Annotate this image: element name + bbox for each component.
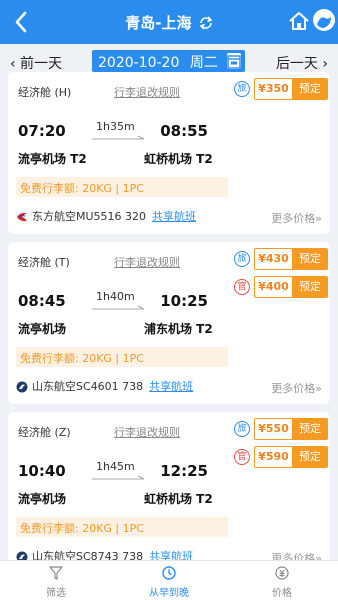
next-day-button[interactable]: 后一天 ›	[276, 53, 328, 73]
codeshare-link[interactable]: 共享航班	[149, 380, 193, 393]
book-button[interactable]: 预定	[292, 418, 328, 440]
baggage-rules-link[interactable]: 行李退改规则	[114, 424, 180, 440]
book-button[interactable]: 预定	[292, 446, 328, 468]
duration-arrow-icon	[92, 475, 145, 480]
price-option[interactable]: 官 ¥400 预定	[234, 276, 330, 298]
arrival-airport: 浦东机场 T2	[144, 322, 213, 336]
price-option[interactable]: 旅 ¥350 预定	[234, 78, 330, 100]
official-tag-icon: 官	[234, 279, 250, 295]
arrival-time: 12:25	[160, 462, 208, 480]
more-prices-link[interactable]: 更多价格»	[271, 380, 322, 396]
tab-sort-by-price[interactable]: 价格	[226, 561, 338, 600]
weekday-value: 周二	[189, 55, 218, 71]
cabin-class: 经济舱 (Z)	[18, 426, 71, 439]
cabin-class: 经济舱 (T)	[18, 256, 70, 269]
arrival-time: 10:25	[160, 292, 208, 310]
route-title: 青岛-上海	[125, 14, 192, 32]
price-value: ¥550	[254, 418, 292, 440]
baggage-allowance: 免费行李额: 20KG | 1PC	[16, 177, 228, 197]
profile-icon[interactable]	[313, 9, 335, 31]
baggage-rules-link[interactable]: 行李退改规则	[114, 254, 180, 270]
flight-card[interactable]: 经济舱 (H) 行李退改规则 07:20 1h35m 08:55 流亭机场 T2…	[8, 72, 330, 234]
book-button[interactable]: 预定	[292, 276, 328, 298]
tab-label: 从早到晚	[149, 588, 189, 599]
codeshare-link[interactable]: 共享航班	[152, 210, 196, 223]
agency-tag-icon: 旅	[234, 81, 250, 97]
price-option[interactable]: 旅 ¥430 预定	[234, 248, 330, 270]
clock-icon	[162, 566, 176, 580]
airline-info: 山东航空SC4601 738 共享航班	[16, 378, 193, 394]
airline-flight-number: 山东航空SC4601 738	[32, 380, 144, 393]
agency-tag-icon: 旅	[234, 421, 250, 437]
departure-time: 07:20	[18, 122, 66, 140]
arrival-airport: 虹桥机场 T2	[144, 492, 213, 506]
duration-arrow-icon	[92, 135, 145, 140]
date-selector[interactable]: 2020-10-20 周二	[92, 50, 245, 72]
departure-time: 10:40	[18, 462, 66, 480]
price-value: ¥430	[254, 248, 292, 270]
bottom-tab-bar: 筛选 从早到晚 价格	[0, 560, 338, 600]
departure-airport: 流亭机场	[18, 322, 67, 336]
book-button[interactable]: 预定	[292, 78, 328, 100]
agency-tag-icon: 旅	[234, 251, 250, 267]
calendar-icon[interactable]	[227, 53, 241, 69]
airline-info: 东方航空MU5516 320 共享航班	[16, 208, 196, 224]
flight-duration: 1h35m	[96, 120, 135, 133]
duration-arrow-icon	[92, 305, 145, 310]
tab-filter[interactable]: 筛选	[0, 561, 112, 600]
tab-sort-by-time[interactable]: 从早到晚	[113, 561, 225, 600]
date-value: 2020-10-20	[98, 55, 180, 71]
flight-duration: 1h40m	[96, 290, 135, 303]
price-option[interactable]: 官 ¥590 预定	[234, 446, 330, 468]
prev-day-button[interactable]: ‹ 前一天	[10, 53, 62, 73]
price-icon	[275, 566, 289, 580]
baggage-allowance: 免费行李额: 20KG | 1PC	[16, 347, 228, 367]
departure-airport: 流亭机场 T2	[18, 152, 87, 166]
book-button[interactable]: 预定	[292, 248, 328, 270]
more-prices-link[interactable]: 更多价格»	[271, 210, 322, 226]
tab-label: 价格	[272, 588, 292, 599]
flight-card[interactable]: 经济舱 (Z) 行李退改规则 10:40 1h45m 12:25 流亭机场 虹桥…	[8, 412, 330, 574]
baggage-allowance: 免费行李额: 20KG | 1PC	[16, 517, 228, 537]
swap-route-icon[interactable]	[199, 16, 213, 30]
date-text: 2020-10-20 周二	[98, 52, 218, 72]
departure-airport: 流亭机场	[18, 492, 67, 506]
price-option[interactable]: 旅 ¥550 预定	[234, 418, 330, 440]
flight-duration: 1h45m	[96, 460, 135, 473]
filter-icon	[49, 566, 63, 580]
departure-time: 08:45	[18, 292, 66, 310]
airline-flight-number: 东方航空MU5516 320	[32, 210, 147, 223]
price-value: ¥400	[254, 276, 292, 298]
official-tag-icon: 官	[234, 449, 250, 465]
china-eastern-logo-icon	[17, 212, 27, 222]
price-value: ¥350	[254, 78, 292, 100]
arrival-airport: 虹桥机场 T2	[144, 152, 213, 166]
home-icon[interactable]	[288, 10, 310, 32]
shandong-airlines-logo-icon	[16, 381, 28, 393]
arrival-time: 08:55	[160, 122, 208, 140]
flight-card[interactable]: 经济舱 (T) 行李退改规则 08:45 1h40m 10:25 流亭机场 浦东…	[8, 242, 330, 404]
cabin-class: 经济舱 (H)	[18, 86, 72, 99]
tab-label: 筛选	[46, 588, 66, 599]
price-value: ¥590	[254, 446, 292, 468]
top-bar: 青岛-上海	[0, 0, 338, 44]
baggage-rules-link[interactable]: 行李退改规则	[114, 84, 180, 100]
